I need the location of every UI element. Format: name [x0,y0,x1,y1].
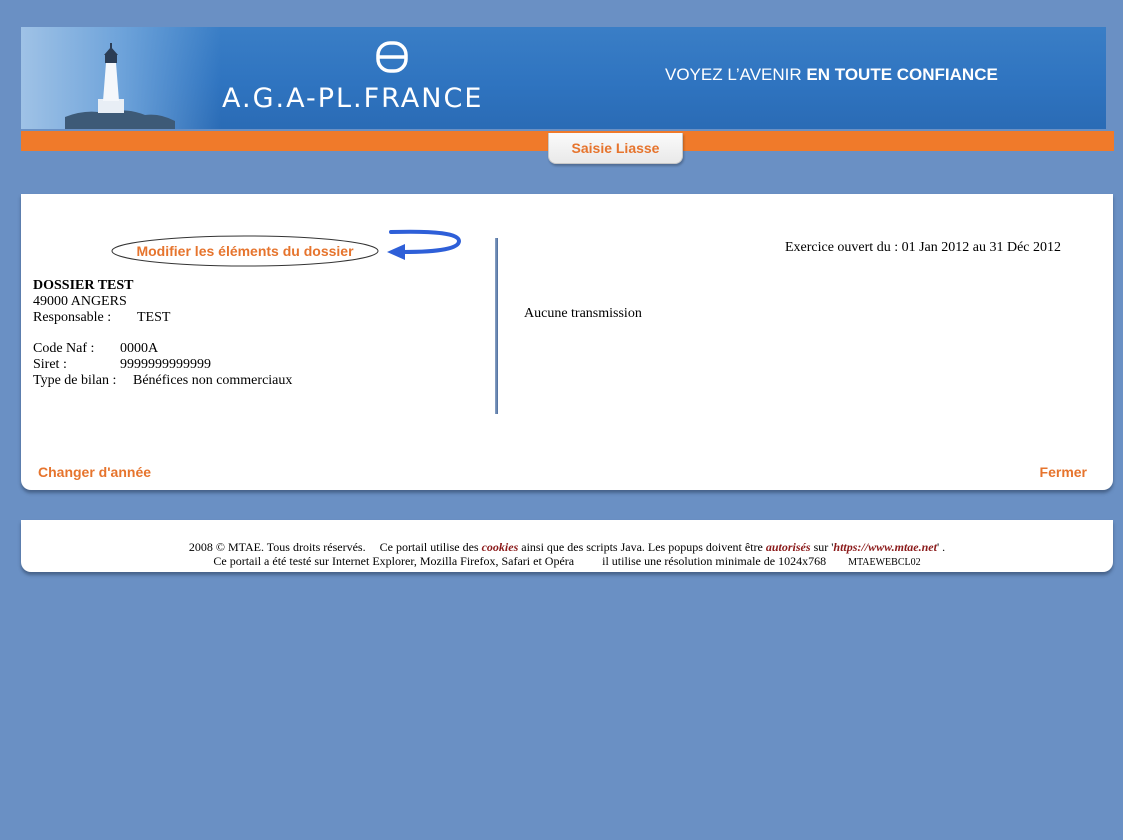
autorises-text: autorisés [765,540,811,554]
dossier-panel: Modifier les éléments du dossier DOSSIER… [21,194,1113,490]
column-divider [495,238,498,414]
server-code: MTAEWEBCL02 [848,557,921,568]
change-year-link[interactable]: Changer d'année [38,464,151,480]
brand-name: A.G.A-PL.FRANCE [222,83,484,114]
tagline: VOYEZ L’AVENIR EN TOUTE CONFIANCE [665,65,998,85]
page-footer: 2008 © MTAE. Tous droits réservés. Ce por… [21,520,1113,572]
footer-line-2: Ce portail a été testé sur Internet Expl… [21,554,1113,570]
mtae-url[interactable]: https://www.mtae.net [833,540,937,554]
footer-text-d: sur ' [810,540,834,554]
cookies-text: cookies [481,540,519,554]
naf-label: Code Naf : [33,341,95,356]
aga-logo-icon [373,41,411,73]
responsable-row: Responsable : TEST [33,310,292,326]
footer-text-e: ' . [936,540,946,554]
dossier-name: DOSSIER TEST [33,278,134,293]
dossier-city: 49000 ANGERS [33,294,127,309]
bilan-label: Type de bilan : [33,373,117,388]
bilan-value: Bénéfices non commerciaux [133,373,293,388]
responsable-value: TEST [137,310,171,325]
tagline-regular: VOYEZ L’AVENIR [665,65,807,84]
responsable-label: Responsable : [33,310,112,325]
browser-tested-text: Ce portail a été testé sur Internet Expl… [213,554,575,568]
modify-dossier-label: Modifier les éléments du dossier [136,243,354,259]
transmission-status: Aucune transmission [524,306,642,321]
footer-line-1: 2008 © MTAE. Tous droits réservés. Ce por… [21,520,1113,554]
exercise-period: Exercice ouvert du : 01 Jan 2012 au 31 D… [784,240,1061,255]
footer-text-b: Ce portail utilise des [379,540,482,554]
footer-text-c: ainsi que des scripts Java. Les popups d… [518,540,766,554]
close-link[interactable]: Fermer [1040,464,1087,480]
lighthouse-icon [65,43,175,129]
siret-row: Siret : 9999999999999 [33,357,292,373]
naf-row: Code Naf : 0000A [33,341,292,357]
dossier-info: DOSSIER TEST 49000 ANGERS Responsable : … [33,278,292,389]
siret-value: 9999999999999 [120,357,211,372]
bilan-row: Type de bilan : Bénéfices non commerciau… [33,373,292,389]
tagline-bold: EN TOUTE CONFIANCE [806,65,998,84]
modify-dossier-link[interactable]: Modifier les éléments du dossier [110,234,380,268]
resolution-text: il utilise une résolution minimale de 10… [602,554,827,568]
siret-label: Siret : [33,357,67,372]
tab-saisie-liasse[interactable]: Saisie Liasse [548,133,683,164]
copyright-text: 2008 © MTAE. Tous droits réservés. [188,540,366,554]
header-banner: A.G.A-PL.FRANCE VOYEZ L’AVENIR EN TOUTE … [21,27,1106,129]
naf-value: 0000A [120,341,159,356]
curved-arrow-icon [387,229,462,260]
